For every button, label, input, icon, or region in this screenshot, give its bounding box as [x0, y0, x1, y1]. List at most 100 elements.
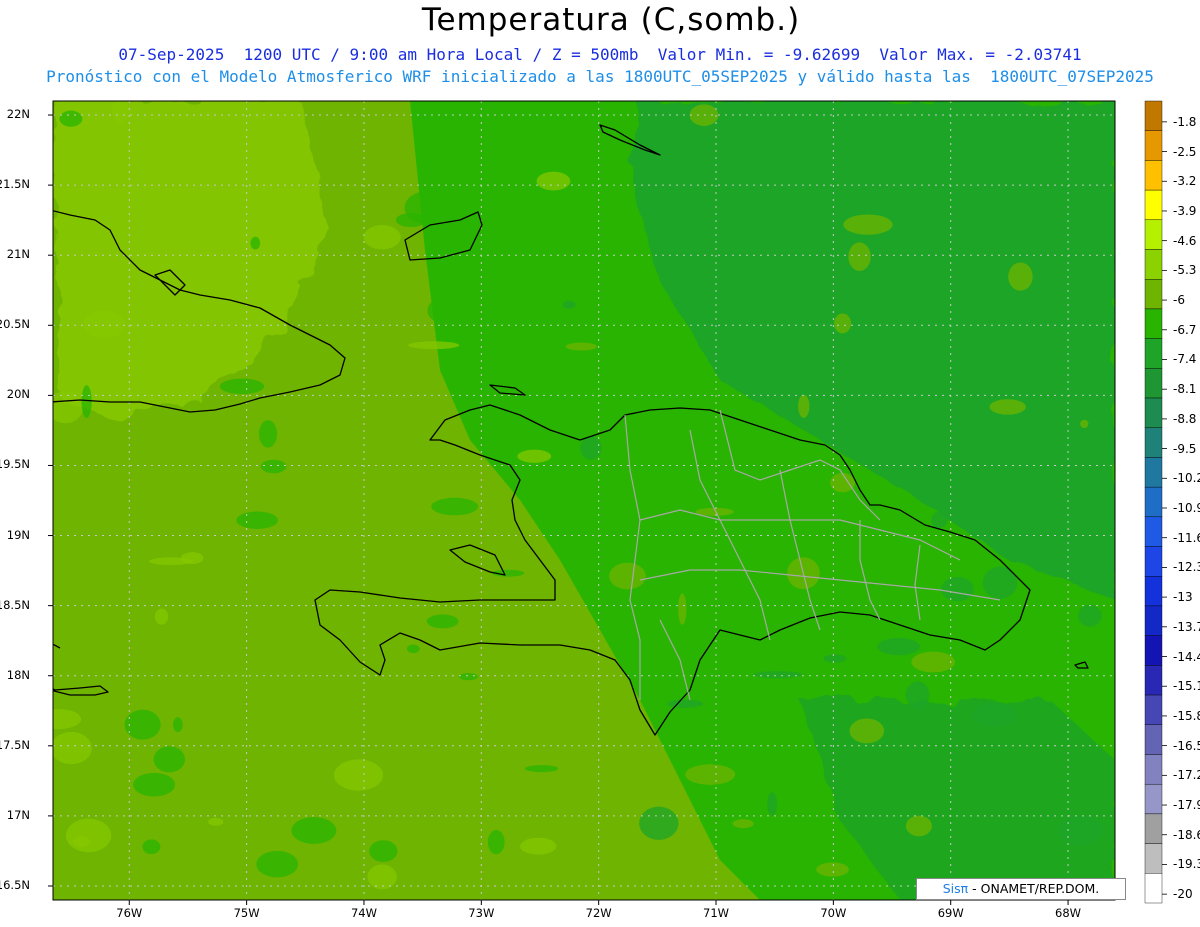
legend-swatch — [1144, 308, 1163, 339]
lat-label: 19.5N — [0, 457, 30, 472]
field-blob — [173, 717, 183, 733]
field-blob — [408, 341, 460, 350]
field-blob — [678, 593, 687, 625]
field-blob — [431, 497, 479, 516]
legend-label: -15.8 — [1173, 708, 1200, 723]
lon-label: 72W — [585, 906, 612, 920]
legend-label: -11.6 — [1173, 530, 1200, 545]
legend-label: -9.5 — [1173, 441, 1197, 456]
lat-label: 17.5N — [0, 737, 30, 752]
legend-swatch — [1144, 605, 1163, 636]
field-blob — [967, 430, 990, 444]
legend-swatch — [1144, 279, 1163, 310]
field-blob — [816, 862, 849, 877]
field-blob — [823, 654, 847, 663]
legend-swatch — [1144, 100, 1163, 131]
legend-swatch — [1144, 783, 1163, 815]
field-blob — [524, 765, 559, 773]
field-blob — [142, 839, 161, 855]
legend-label: -19.3 — [1173, 857, 1200, 872]
sispi-logo: Sisπ — [942, 881, 969, 896]
lat-label: 21.5N — [0, 177, 30, 192]
field-blob — [609, 562, 646, 590]
field-blob — [937, 122, 948, 141]
legend-label: -16.5 — [1173, 738, 1200, 753]
field-blob — [989, 399, 1026, 415]
legend-label: -6 — [1173, 293, 1185, 308]
legend-label: -12.3 — [1173, 560, 1200, 575]
field-blob — [834, 313, 852, 334]
legend-label: -6.7 — [1173, 322, 1197, 337]
field-blob — [849, 718, 885, 744]
field-blob — [81, 385, 92, 419]
legend-swatch — [1144, 368, 1163, 399]
field-blob — [72, 836, 91, 848]
field-blob — [957, 250, 987, 266]
legend-label: -2.5 — [1173, 144, 1197, 159]
lat-label: 16.5N — [0, 877, 30, 892]
lat-label: 20.5N — [0, 317, 30, 332]
legend-swatch — [1144, 843, 1163, 874]
field-blob — [406, 644, 420, 654]
legend-label: -10.9 — [1173, 501, 1200, 515]
field-blob — [83, 310, 125, 339]
temperature-map — [48, 100, 1167, 905]
field-blob — [208, 817, 224, 826]
field-blob — [369, 840, 398, 862]
lon-label: 75W — [233, 906, 260, 920]
legend-swatch — [1144, 457, 1163, 488]
lat-label: 20N — [6, 387, 30, 402]
lon-label: 68W — [1055, 906, 1082, 920]
legend-label: -20 — [1173, 887, 1193, 902]
legend-swatch — [1144, 665, 1163, 696]
legend-label: -15.1 — [1173, 679, 1200, 694]
field-blob — [1078, 604, 1102, 627]
field-blob — [363, 225, 401, 250]
legend-swatch — [1144, 754, 1163, 785]
legend-swatch — [1144, 427, 1163, 458]
field-blob — [1008, 262, 1033, 291]
field-blob — [911, 651, 955, 673]
field-blob — [639, 806, 679, 840]
field-blob — [53, 709, 82, 730]
legend-swatch — [1144, 576, 1163, 607]
legend-swatch — [1144, 516, 1163, 547]
field-blob — [1024, 231, 1062, 254]
field-blob — [536, 171, 571, 191]
legend-label: -4.6 — [1173, 233, 1197, 248]
field-blob — [149, 557, 193, 566]
legend-swatch — [1144, 397, 1163, 428]
legend-swatch — [1144, 338, 1163, 369]
field-blob — [256, 850, 299, 878]
field-blob — [487, 829, 505, 855]
field-blob — [236, 511, 279, 529]
field-blob — [667, 699, 704, 708]
field-blob — [1062, 360, 1083, 388]
lon-label: 74W — [350, 906, 377, 920]
legend-label: -13 — [1173, 590, 1193, 605]
lat-label: 18N — [6, 667, 30, 682]
legend-swatch — [1144, 813, 1163, 844]
field-blob — [1057, 815, 1104, 846]
legend-swatch — [1144, 724, 1163, 755]
lon-label: 69W — [937, 906, 964, 920]
field-blob — [404, 191, 447, 224]
field-blob — [798, 394, 810, 418]
legend-swatch — [1144, 873, 1163, 904]
field-blob — [258, 420, 278, 448]
field-blob — [931, 511, 948, 529]
legend-label: -8.8 — [1173, 411, 1197, 426]
lat-label: 17N — [6, 807, 30, 822]
lon-label: 70W — [820, 906, 847, 920]
field-blob — [565, 342, 597, 351]
field-blob — [905, 815, 932, 837]
field-blob — [1080, 419, 1089, 429]
legend-label: -7.4 — [1173, 352, 1197, 367]
legend-swatch — [1144, 160, 1163, 191]
field-blob — [250, 236, 261, 250]
legend-label: -3.2 — [1173, 174, 1197, 189]
field-blob — [732, 819, 754, 829]
field-blob — [843, 214, 893, 235]
legend-label: -1.8 — [1173, 114, 1197, 129]
field-blob — [153, 746, 185, 773]
